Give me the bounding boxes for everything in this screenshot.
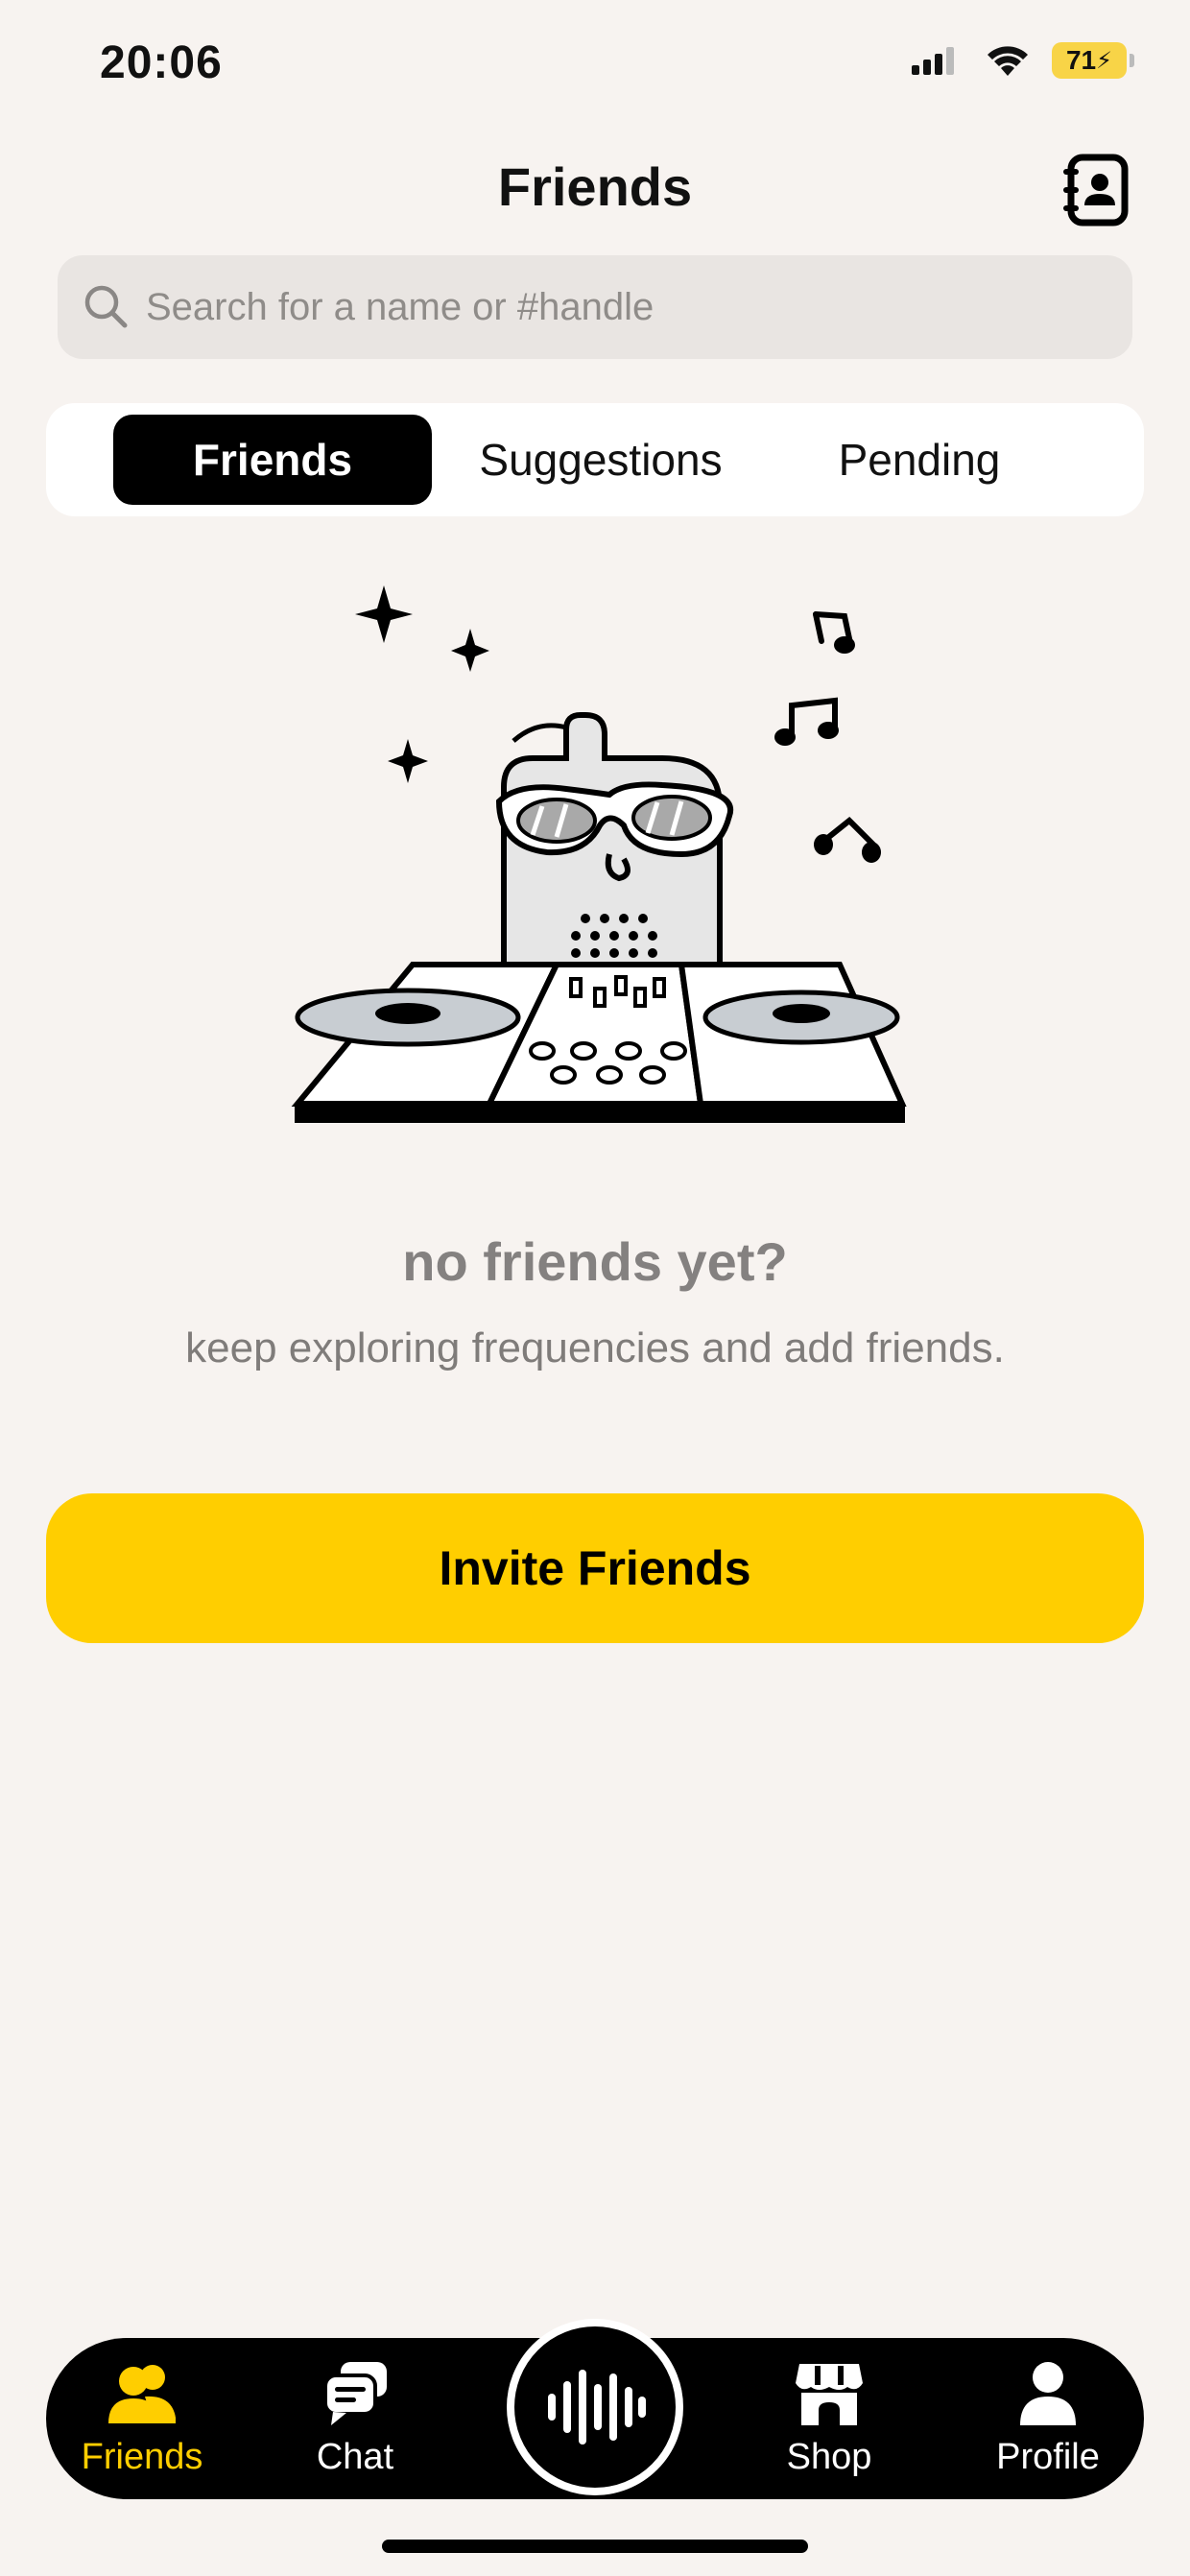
search-icon	[84, 285, 128, 328]
page-title: Friends	[497, 156, 693, 217]
nav-shop-label: Shop	[786, 2436, 872, 2477]
tab-pending[interactable]: Pending	[775, 415, 1063, 505]
empty-state-subtitle: keep exploring frequencies and add frien…	[185, 1324, 1005, 1371]
nav-chat[interactable]: Chat	[259, 2338, 451, 2499]
nav-shop[interactable]: Shop	[733, 2338, 925, 2499]
nav-friends[interactable]: Friends	[46, 2338, 238, 2499]
chat-bubbles-icon	[323, 2361, 387, 2425]
status-time: 20:06	[100, 37, 223, 88]
invite-friends-button[interactable]: Invite Friends	[46, 1493, 1144, 1643]
nav-friends-label: Friends	[81, 2436, 203, 2477]
tab-suggestions[interactable]: Suggestions	[447, 415, 754, 505]
waveform-icon	[548, 2370, 646, 2445]
center-waveform-button[interactable]	[507, 2319, 683, 2495]
nav-profile-label: Profile	[996, 2436, 1100, 2477]
status-icons: 71 ⚡	[910, 42, 1134, 79]
contacts-button[interactable]	[1061, 154, 1130, 227]
battery-level: 71	[1065, 45, 1097, 75]
wifi-icon	[988, 46, 1028, 76]
search-bar[interactable]	[58, 255, 1132, 359]
home-indicator	[382, 2540, 808, 2553]
friends-screen: 20:06 71 ⚡ Friends Search for a name or …	[0, 0, 1190, 2576]
cellular-signal-icon	[912, 47, 954, 75]
empty-state-title: no friends yet?	[402, 1231, 788, 1292]
people-icon	[108, 2364, 176, 2423]
person-icon	[1020, 2361, 1076, 2425]
shop-icon	[796, 2363, 863, 2425]
battery-icon: 71 ⚡	[1052, 42, 1134, 79]
bottom-tab-bar: Friends Chat Shop Profile	[46, 2319, 1144, 2499]
nav-profile[interactable]: Profile	[952, 2338, 1144, 2499]
dj-robot-illustration	[291, 585, 907, 1123]
nav-chat-label: Chat	[316, 2436, 394, 2477]
search-input[interactable]	[146, 285, 1132, 329]
tab-friends[interactable]: Friends	[113, 415, 432, 505]
segmented-tabs: Friends Suggestions Pending	[46, 403, 1144, 516]
contacts-book-icon	[1063, 154, 1129, 227]
